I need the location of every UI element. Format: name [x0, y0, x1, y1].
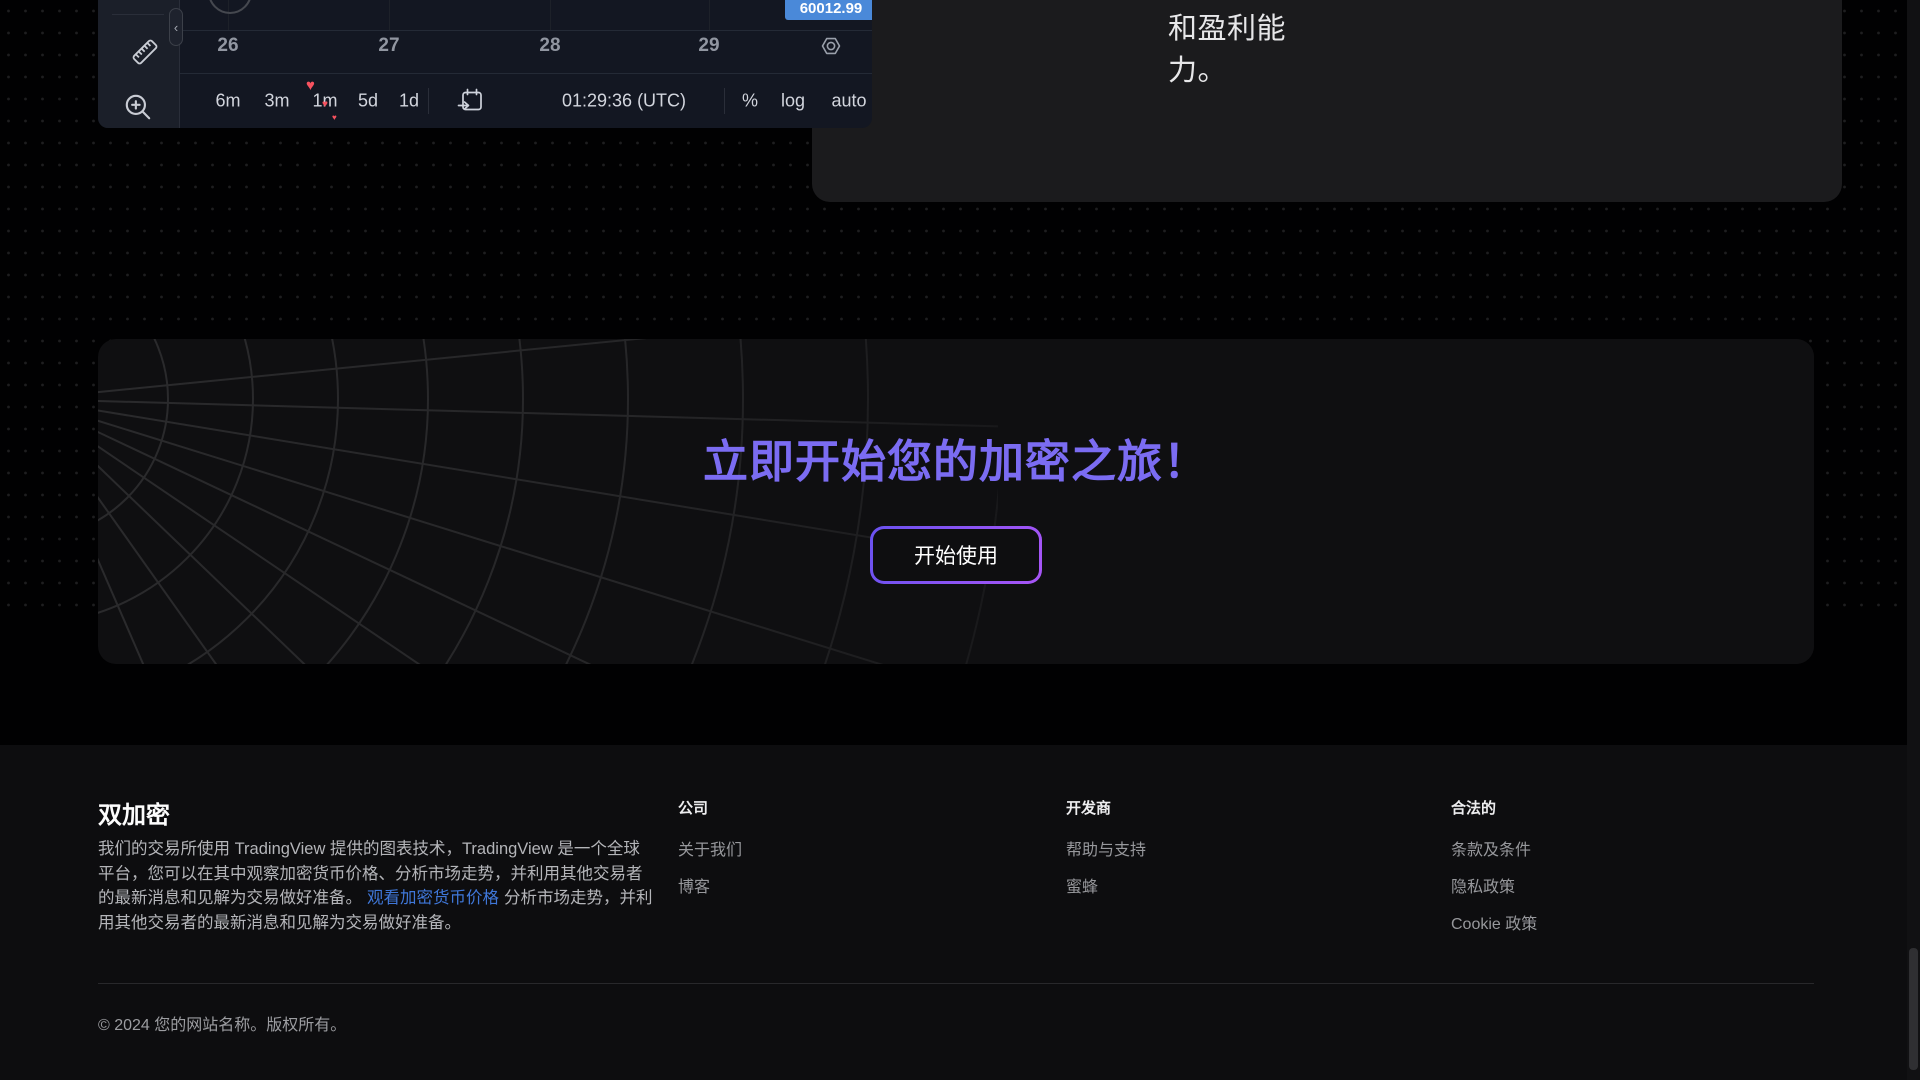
grid-line [550, 0, 551, 30]
copyright: © 2024 您的网站名称。版权所有。 [98, 1017, 347, 1034]
feature-card-text: 部署先进的交易算法以最大限度地提高您的交易水平和盈利能 力。 [1168, 0, 1842, 92]
time-display[interactable]: 01:29:36 (UTC) [562, 91, 686, 112]
chevron-left-icon: ‹ [173, 19, 179, 35]
percent-scale-button[interactable]: % [742, 91, 758, 112]
ruler-icon[interactable] [127, 34, 163, 70]
footer-link[interactable]: 隐私政策 [1451, 877, 1537, 899]
heart-icon: ♥ [322, 99, 328, 110]
price-label: 60012.99 [785, 0, 872, 20]
zoom-in-icon[interactable] [122, 91, 154, 123]
feature-card-text-line2: 力。 [1168, 55, 1228, 87]
toolbar-divider [112, 14, 164, 15]
footer-column-title: 合法的 [1451, 800, 1497, 817]
footer-brand: 双加密 [98, 802, 170, 829]
axis-date-label: 26 [217, 34, 239, 56]
crypto-prices-link[interactable]: 观看加密货币价格 [367, 889, 499, 907]
toolbar-separator [724, 88, 725, 114]
footer-link[interactable]: Cookie 政策 [1451, 914, 1537, 936]
interval-button[interactable]: 6m [215, 91, 240, 112]
session-circle [208, 0, 252, 14]
footer-divider [98, 983, 1814, 984]
grid-line [709, 0, 710, 30]
scrollbar-thumb[interactable] [1909, 948, 1918, 1070]
footer-link[interactable]: 蜜蜂 [1066, 877, 1146, 899]
footer-column-developer: 开发商 帮助与支持 蜜蜂 [1066, 797, 1146, 914]
interval-button[interactable]: 5d [358, 91, 378, 112]
footer-column-title: 开发商 [1066, 800, 1112, 817]
toolbar-separator [428, 88, 429, 114]
feature-card: 部署先进的交易算法以最大限度地提高您的交易水平和盈利能 力。 [812, 0, 1842, 202]
toolbar-collapse-tab[interactable]: ‹ [169, 8, 183, 46]
footer-column-legal: 合法的 条款及条件 隐私政策 Cookie 政策 [1451, 797, 1537, 951]
cta-title: 立即开始您的加密之旅！ [702, 436, 1209, 487]
interval-button[interactable]: 3m [264, 91, 289, 112]
footer-column-company: 公司 关于我们 博客 [678, 797, 742, 914]
heart-icon: ♥ [332, 113, 337, 122]
chart-widget: 60012.99 ‹ 26 27 28 29 6m 3m 1m 5d 1d 01… [98, 0, 872, 128]
cta-section: 立即开始您的加密之旅！ 开始使用 [98, 339, 1814, 664]
footer-column-title: 公司 [678, 800, 709, 817]
interval-toolbar: 6m 3m 1m 5d 1d 01:29:36 (UTC) % log auto [180, 73, 872, 128]
footer-link[interactable]: 帮助与支持 [1066, 840, 1146, 862]
get-started-button[interactable]: 开始使用 [870, 526, 1042, 584]
footer-description: 我们的交易所使用 TradingView 提供的图表技术，TradingView… [98, 837, 656, 935]
footer-link[interactable]: 博客 [678, 877, 742, 899]
interval-button[interactable]: 1d [399, 91, 419, 112]
footer-link[interactable]: 条款及条件 [1451, 840, 1537, 862]
auto-scale-button[interactable]: auto [831, 91, 866, 112]
drawing-toolbar [98, 0, 180, 128]
axis-date-label: 29 [698, 34, 720, 56]
time-axis[interactable]: 26 27 28 29 [180, 30, 872, 60]
chart-settings-icon[interactable] [820, 35, 842, 57]
grid-line [389, 0, 390, 30]
axis-date-label: 28 [539, 34, 561, 56]
axis-date-label: 27 [378, 34, 400, 56]
heart-icon: ♥ [306, 77, 315, 94]
feature-card-text-line1: 部署先进的交易算法以最大限度地提高您的交易水平和盈利能 [1168, 0, 1842, 45]
go-to-date-icon[interactable] [457, 88, 483, 114]
footer-link[interactable]: 关于我们 [678, 840, 742, 862]
log-scale-button[interactable]: log [781, 91, 805, 112]
footer: 双加密 我们的交易所使用 TradingView 提供的图表技术，Trading… [0, 745, 1920, 1080]
scrollbar[interactable] [1907, 0, 1920, 1080]
